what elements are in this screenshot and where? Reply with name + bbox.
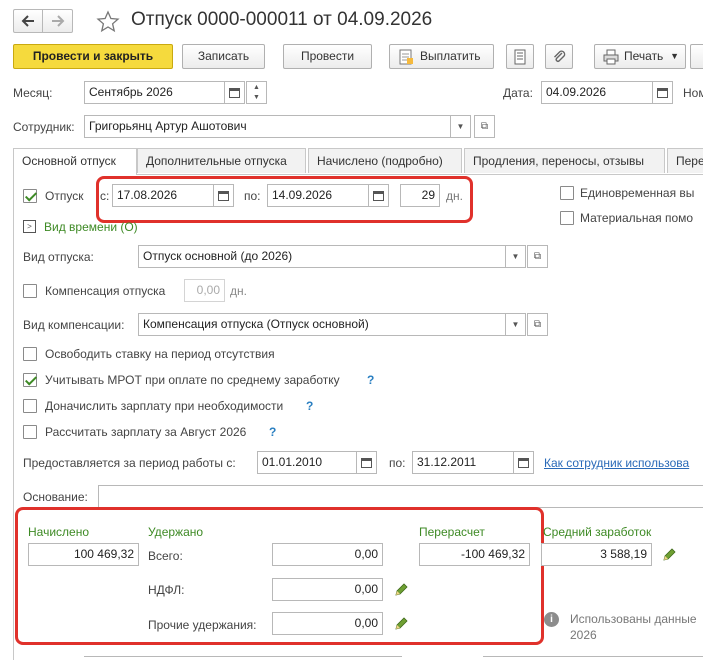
min-wage-label: Учитывать МРОТ при оплате по среднему за… (45, 373, 340, 387)
calendar-icon (518, 458, 529, 468)
back-arrow-icon (21, 15, 34, 27)
compensation-label: Компенсация отпуска (45, 284, 166, 298)
work-period-to-input[interactable]: 31.12.2011 (412, 451, 514, 474)
min-wage-help[interactable]: ? (367, 373, 374, 387)
title-bar: Отпуск 0000-000011 от 04.09.2026 (0, 0, 703, 40)
time-type-toggle[interactable]: > (23, 220, 36, 233)
tab-main-vacation[interactable]: Основной отпуск (13, 148, 137, 175)
compensation-type-input[interactable]: Компенсация отпуска (Отпуск основной) (138, 313, 506, 336)
open-icon: ⧉ (480, 121, 489, 132)
work-period-to-calendar[interactable] (513, 451, 534, 474)
compensation-type-label: Вид компенсации: (23, 318, 125, 332)
vacation-type-dropdown[interactable]: ▼ (505, 245, 526, 268)
vacation-checkbox[interactable] (23, 189, 37, 203)
release-rate-checkbox[interactable] (23, 347, 37, 361)
release-rate-label: Освободить ставку на период отсутствия (45, 347, 275, 361)
month-input[interactable]: Сентябрь 2026 (84, 81, 225, 104)
month-calendar-button[interactable] (224, 81, 245, 104)
min-wage-checkbox[interactable] (23, 373, 37, 387)
compensation-unit-label: дн. (230, 284, 247, 298)
calc-salary-checkbox[interactable] (23, 425, 37, 439)
bottom-partial-control (84, 656, 402, 660)
lump-sum-label: Единовременная вы (580, 186, 695, 200)
star-icon[interactable] (96, 10, 120, 34)
material-help-label: Материальная помо (580, 211, 694, 225)
tab-accrued-detailed[interactable]: Начислено (подробно) (308, 148, 462, 173)
vacation-label: Отпуск (45, 189, 84, 203)
extra-pay-help[interactable]: ? (306, 399, 313, 413)
vacation-period-highlight (96, 176, 473, 223)
post-button[interactable]: Провести (283, 44, 372, 69)
tab-additional-vacations[interactable]: Дополнительные отпуска (137, 148, 306, 173)
open-icon: ⧉ (533, 319, 542, 330)
save-button[interactable]: Записать (182, 44, 265, 69)
month-label: Месяц: (13, 86, 53, 100)
extra-pay-label: Доначислить зарплату при необходимости (45, 399, 284, 413)
extra-pay-checkbox[interactable] (23, 399, 37, 413)
forward-button[interactable] (43, 9, 73, 33)
dropdown-icon: ▼ (511, 320, 520, 329)
calendar-icon (229, 88, 240, 98)
number-label: Ном (683, 86, 703, 100)
work-period-from-calendar[interactable] (356, 451, 377, 474)
calendar-icon (657, 88, 668, 98)
info-icon: i (544, 612, 559, 627)
vacation-type-label: Вид отпуска: (23, 250, 94, 264)
calendar-icon (361, 458, 372, 468)
work-period-from-input[interactable]: 01.01.2010 (257, 451, 357, 474)
open-icon: ⧉ (533, 251, 542, 262)
employee-open-button[interactable]: ⧉ (474, 115, 495, 138)
compensation-type-dropdown[interactable]: ▼ (505, 313, 526, 336)
average-earnings-value: 3 588,19 (541, 543, 652, 566)
register-icon (514, 49, 526, 65)
work-period-label: Предоставляется за период работы с: (23, 456, 236, 470)
dropdown-icon: ▼ (456, 122, 465, 131)
pay-button[interactable]: Выплатить (389, 44, 494, 69)
back-button[interactable] (13, 9, 43, 33)
compensation-type-open[interactable]: ⧉ (527, 313, 548, 336)
employee-label: Сотрудник: (13, 120, 75, 134)
employee-dropdown-button[interactable]: ▼ (450, 115, 471, 138)
totals-highlight (15, 507, 544, 645)
forward-arrow-icon (52, 15, 65, 27)
tab-recalc[interactable]: Пере (667, 148, 703, 173)
date-input[interactable]: 04.09.2026 (541, 81, 653, 104)
page-title: Отпуск 0000-000011 от 04.09.2026 (131, 9, 433, 30)
register-button[interactable] (506, 44, 534, 69)
pencil-icon[interactable] (661, 547, 677, 563)
lump-sum-checkbox[interactable] (560, 186, 574, 200)
print-button[interactable]: Печать ▼ (594, 44, 686, 69)
attach-button[interactable] (545, 44, 573, 69)
work-period-to-label: по: (389, 456, 406, 470)
tab-extensions[interactable]: Продления, переносы, отзывы (464, 148, 665, 173)
used-data-line1: Использованы данные (570, 612, 697, 626)
vacation-type-input[interactable]: Отпуск основной (до 2026) (138, 245, 506, 268)
printer-icon (603, 49, 619, 65)
dropdown-icon: ▼ (511, 252, 520, 261)
document-icon (399, 49, 413, 65)
employee-usage-link[interactable]: Как сотрудник использова (544, 456, 689, 470)
used-data-line2: 2026 (570, 628, 597, 642)
post-and-close-button[interactable]: Провести и закрыть (13, 44, 173, 69)
more-button[interactable] (690, 44, 703, 69)
calc-salary-label: Рассчитать зарплату за Август 2026 (45, 425, 247, 439)
calc-salary-help[interactable]: ? (269, 425, 276, 439)
average-earnings-label: Средний заработок (543, 525, 652, 539)
date-label: Дата: (503, 86, 533, 100)
month-spin-button[interactable]: ▲ ▼ (246, 81, 267, 104)
time-type-link[interactable]: Вид времени (О) (44, 220, 138, 234)
spin-icon: ▲ ▼ (253, 84, 260, 101)
bottom-partial-control-2 (483, 656, 703, 660)
basis-input[interactable] (98, 485, 703, 508)
chevron-down-icon: ▼ (670, 51, 679, 61)
paperclip-icon (554, 50, 566, 62)
basis-label: Основание: (23, 490, 88, 504)
material-help-checkbox[interactable] (560, 211, 574, 225)
employee-input[interactable]: Григорьянц Артур Ашотович (84, 115, 451, 138)
date-calendar-button[interactable] (652, 81, 673, 104)
tab-panel (13, 174, 14, 660)
vacation-type-open[interactable]: ⧉ (527, 245, 548, 268)
compensation-checkbox[interactable] (23, 284, 37, 298)
compensation-days-input[interactable]: 0,00 (184, 279, 225, 302)
